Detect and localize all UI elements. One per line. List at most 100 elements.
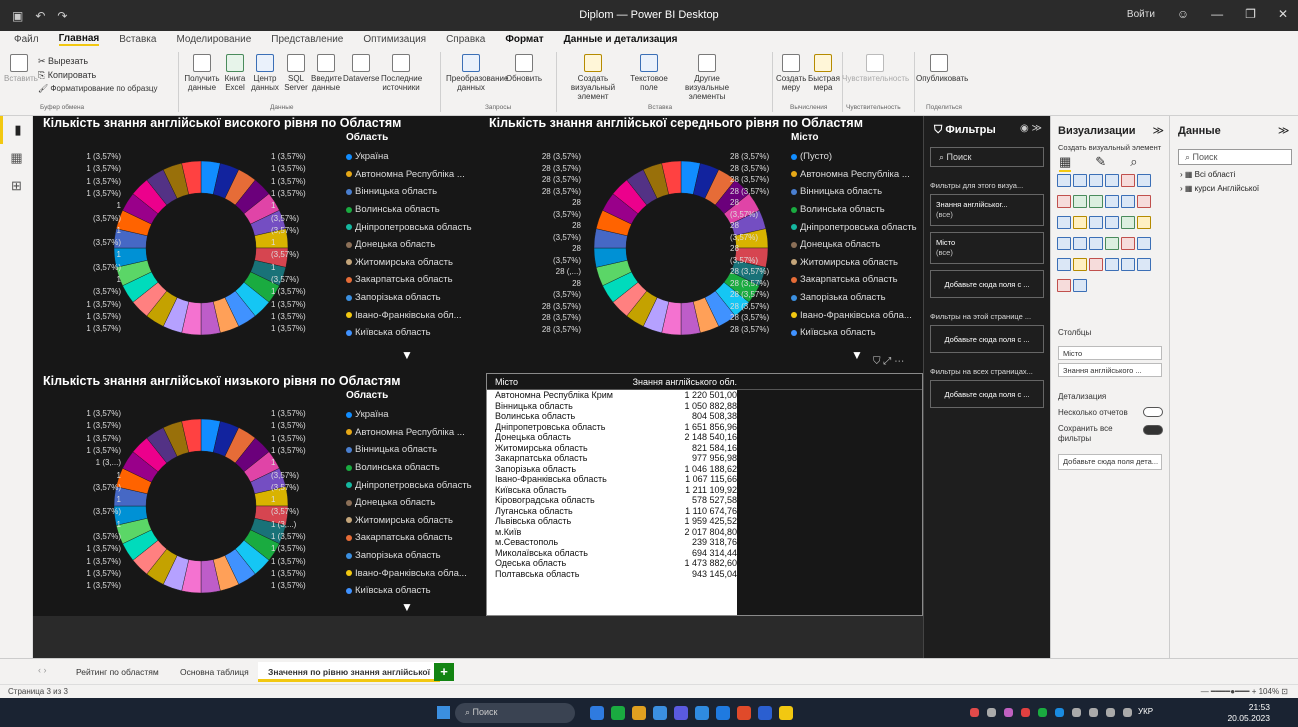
tray-icon[interactable] [1072,708,1081,717]
new-measure-button[interactable]: Создать меру [776,54,806,92]
legend-item[interactable]: (Пусто) [791,148,917,166]
more-options-icon[interactable]: ⋯ [894,356,904,367]
tray-icon[interactable] [970,708,979,717]
legend-item[interactable]: Україна [346,148,472,166]
drill-drop-field[interactable]: Добавьте сюда поля дета... [1058,454,1162,470]
tab-english-levels[interactable]: Значення по рівню знання англійської [258,662,440,682]
tray-icon[interactable] [1038,708,1047,717]
collapse-filters-icon[interactable]: ◉ ≫ [1020,123,1042,134]
tray-icon[interactable] [987,708,996,717]
model-view-icon[interactable]: ⊞ [0,172,33,200]
visual-type-icon[interactable] [1073,279,1087,292]
tab-rating[interactable]: Рейтинг по областям [66,662,169,682]
legend-item[interactable]: Івано-Франківська обл... [346,306,472,324]
legend-item[interactable]: Донецька область [346,236,472,254]
sql-server-button[interactable]: SQL Server [283,54,309,92]
sensitivity-button[interactable]: Чувствительность [842,54,909,83]
legend-item[interactable]: Україна [346,406,472,424]
visual-type-icon[interactable] [1089,216,1103,229]
paste-button[interactable]: Вставить [4,54,38,83]
legend-item[interactable]: Київська область [346,324,472,342]
menu-home[interactable]: Главная [58,33,100,46]
taskbar-app-icon[interactable] [716,706,730,720]
visual-type-icon[interactable] [1105,258,1119,271]
legend-item[interactable]: Закарпатська область [346,271,472,289]
publish-button[interactable]: Опубликовать [916,54,968,83]
visual-type-icon[interactable] [1105,195,1119,208]
redo-icon[interactable]: ↷ [57,9,67,23]
undo-icon[interactable]: ↶ [35,9,45,23]
transform-data-button[interactable]: Преобразование данных [446,54,508,92]
legend-item[interactable]: Івано-Франківська обла... [791,306,917,324]
table-item-english-courses[interactable]: › ▦ курси Англійської [1170,179,1298,193]
signin-button[interactable]: Войти [1127,9,1155,20]
more-visuals-button[interactable]: Другие визуальные элементы [676,54,738,101]
visual-type-icon[interactable] [1057,258,1071,271]
legend-item[interactable]: Волинська область [791,201,917,219]
tab-main-table[interactable]: Основна таблиця [170,662,259,682]
taskbar-app-icon[interactable] [674,706,688,720]
visual-type-icon[interactable] [1121,216,1135,229]
filter-drop-visual[interactable]: Добавьте сюда поля с ... [930,270,1044,298]
minimize-button[interactable]: — [1211,7,1223,21]
visual-type-icon[interactable] [1121,237,1135,250]
data-hub-button[interactable]: Центр данных [250,54,280,92]
legend-item[interactable]: Івано-Франківська обла... [346,564,472,582]
excel-button[interactable]: Книга Excel [222,54,248,92]
cut-button[interactable]: ✂ Вырезать [38,56,88,67]
visual-type-icon[interactable] [1057,195,1071,208]
filter-icon[interactable]: ⛉ [873,356,881,367]
filter-drop-all[interactable]: Добавьте сюда поля с ... [930,380,1044,408]
visual-type-icon[interactable] [1137,237,1151,250]
taskbar-app-icon[interactable] [590,706,604,720]
visual-type-icon[interactable] [1121,174,1135,187]
legend-item[interactable]: Київська область [791,324,917,342]
visual-type-icon[interactable] [1089,258,1103,271]
legend-item[interactable]: Київська область [346,582,472,600]
taskbar-app-icon[interactable] [611,706,625,720]
format-visual-icon[interactable]: ✎ [1095,154,1106,172]
taskbar-app-icon[interactable] [737,706,751,720]
visual-type-icon[interactable] [1137,258,1151,271]
legend-item[interactable]: Автономна Республіка ... [346,424,472,442]
legend-item[interactable]: Автономна Республіка ... [791,166,917,184]
legend-item[interactable]: Вінницька область [791,183,917,201]
visual-type-icon[interactable] [1057,174,1071,187]
legend-item[interactable]: Донецька область [791,236,917,254]
visual-type-icon[interactable] [1105,237,1119,250]
visual-type-icon[interactable] [1057,279,1071,292]
table-col-value[interactable]: Знання англійського обл. [617,377,737,387]
collapse-icon[interactable]: ≫ [1278,125,1290,137]
tray-icon[interactable] [1055,708,1064,717]
legend-item[interactable]: Волинська область [346,459,472,477]
windows-start-icon[interactable] [437,706,450,719]
collapse-icon[interactable]: ≫ [1153,125,1165,137]
visual-type-icon[interactable] [1089,174,1103,187]
legend-item[interactable]: Закарпатська область [791,271,917,289]
legend-item[interactable]: Вінницька область [346,441,472,459]
legend-item[interactable]: Запорізька область [346,547,472,565]
account-icon[interactable]: ☺ [1177,7,1189,21]
copy-button[interactable]: ⎘ Копировать [38,70,96,81]
legend-item[interactable]: Дніпропетровська область [346,218,472,236]
taskbar-app-icon[interactable] [758,706,772,720]
save-icon[interactable]: ▣ [12,9,23,23]
tray-icon[interactable] [1021,708,1030,717]
keep-filters-toggle[interactable] [1143,425,1163,435]
legend-item[interactable]: Волинська область [346,201,472,219]
menu-format[interactable]: Формат [505,34,543,45]
language-indicator[interactable]: УКР [1138,707,1153,716]
legend-item[interactable]: Житомирська область [346,512,472,530]
tray-icon[interactable] [1123,708,1132,717]
zoom-control[interactable]: — ━━━━●━━━ + 104% ⊡ [1201,687,1288,696]
menu-help[interactable]: Справка [446,34,485,45]
visual-type-icon[interactable] [1057,237,1071,250]
taskbar-app-icon[interactable] [779,706,793,720]
legend-item[interactable]: Житомирська область [791,254,917,272]
visual-type-icon[interactable] [1073,195,1087,208]
data-search[interactable]: ⌕ Поиск [1178,149,1292,165]
menu-optimize[interactable]: Оптимизация [363,34,426,45]
taskbar-app-icon[interactable] [653,706,667,720]
focus-mode-icon[interactable]: ⤢ [883,356,891,367]
filter-card-knowledge[interactable]: Знання англійськог... (все) [930,194,1044,226]
